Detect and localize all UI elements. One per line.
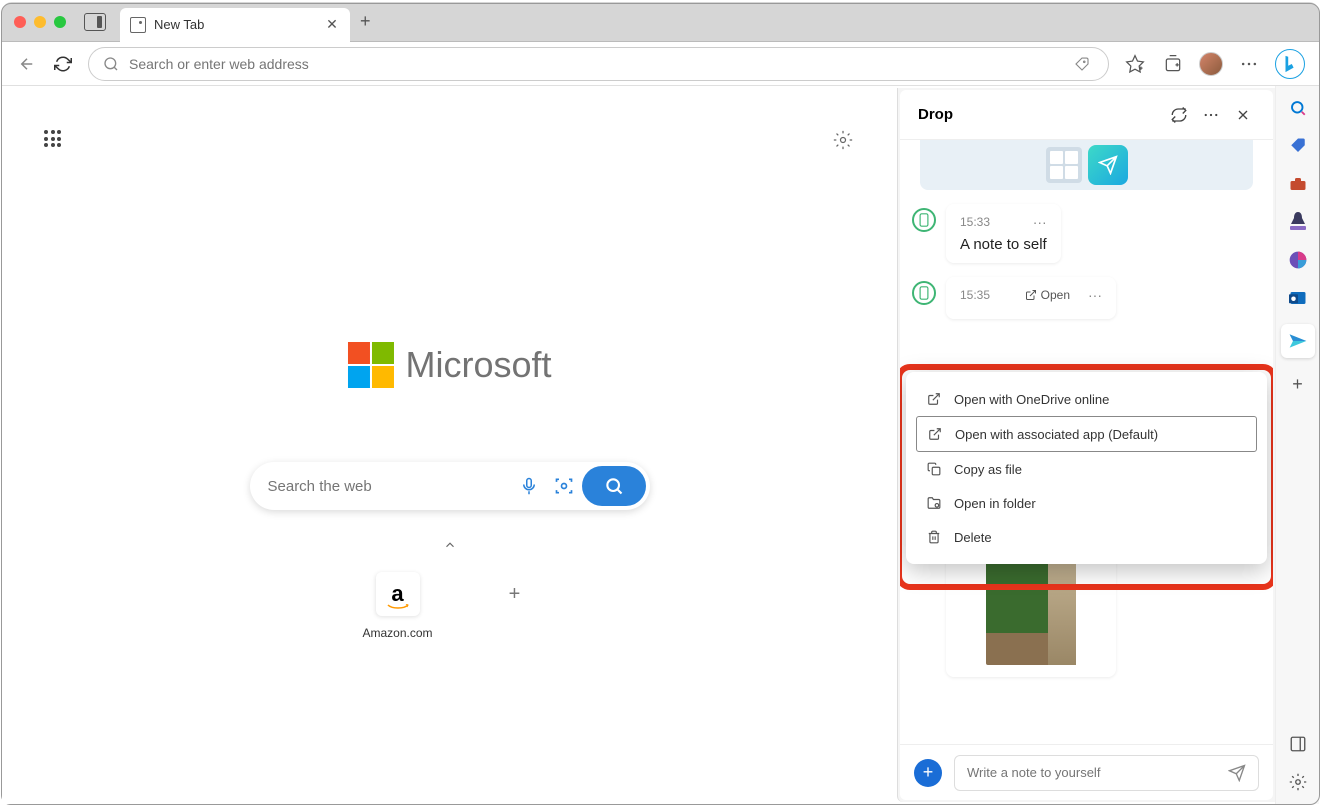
device-icon: [912, 208, 936, 232]
sync-button[interactable]: [1167, 103, 1191, 127]
drop-message-note: 15:33 ··· A note to self: [912, 204, 1261, 263]
maximize-window-button[interactable]: [54, 16, 66, 28]
microsoft-wordmark: Microsoft: [405, 344, 551, 386]
ctx-open-onedrive[interactable]: Open with OneDrive online: [916, 382, 1257, 416]
tab-overview-button[interactable]: [84, 13, 106, 31]
quicklink-label: Amazon.com: [362, 626, 432, 640]
voice-search-button[interactable]: [520, 475, 538, 497]
sidebar-add-button[interactable]: +: [1286, 372, 1310, 396]
drop-panel: Drop: [897, 88, 1275, 802]
sidebar-settings-button[interactable]: [1286, 770, 1310, 794]
ntp-search-input[interactable]: [268, 478, 512, 495]
drop-more-button[interactable]: [1199, 103, 1223, 127]
profile-avatar[interactable]: [1199, 52, 1223, 76]
traffic-lights: [14, 16, 66, 28]
tab-title: New Tab: [154, 17, 316, 32]
device-icon: [912, 281, 936, 305]
drop-header: Drop: [900, 90, 1273, 140]
sidebar-m365-button[interactable]: [1286, 248, 1310, 272]
sidebar-outlook-button[interactable]: [1286, 286, 1310, 310]
image-search-button[interactable]: [554, 476, 574, 496]
drop-compose-input-wrap[interactable]: [954, 755, 1259, 791]
trash-icon: [926, 529, 942, 545]
minimize-window-button[interactable]: [34, 16, 46, 28]
close-window-button[interactable]: [14, 16, 26, 28]
apps-launcher-button[interactable]: [44, 130, 62, 148]
new-tab-page: Microsoft a Amazon.com: [2, 86, 897, 804]
sidebar-drop-button[interactable]: [1281, 324, 1315, 358]
expand-quicklinks-button[interactable]: [443, 538, 457, 552]
message-time: 15:35: [960, 288, 990, 302]
folder-icon: [926, 495, 942, 511]
address-bar[interactable]: [88, 47, 1109, 81]
edge-sidebar: +: [1275, 86, 1319, 804]
drop-message-file: 15:35 Open ···: [912, 277, 1261, 319]
favorites-button[interactable]: [1123, 52, 1147, 76]
drop-compose-row: +: [900, 744, 1273, 800]
open-external-icon: [927, 426, 943, 442]
sidebar-search-button[interactable]: [1286, 96, 1310, 120]
browser-toolbar: [2, 42, 1319, 86]
address-input[interactable]: [129, 56, 1060, 72]
sidebar-games-button[interactable]: [1286, 210, 1310, 234]
file-context-menu: Open with OneDrive online Open with asso…: [906, 372, 1267, 564]
search-submit-button[interactable]: [582, 466, 646, 506]
message-text: A note to self: [960, 236, 1047, 253]
window-titlebar: New Tab ✕ +: [2, 2, 1319, 42]
quick-links-row: a Amazon.com +: [362, 572, 536, 640]
refresh-button[interactable]: [52, 53, 74, 75]
new-tab-button[interactable]: +: [360, 11, 371, 32]
bing-chat-button[interactable]: [1275, 49, 1305, 79]
send-icon: [1088, 145, 1128, 185]
add-attachment-button[interactable]: +: [914, 759, 942, 787]
close-drop-button[interactable]: [1231, 103, 1255, 127]
copy-icon: [926, 461, 942, 477]
sidebar-tools-button[interactable]: [1286, 172, 1310, 196]
send-note-button[interactable]: [1228, 764, 1246, 782]
drop-compose-input[interactable]: [967, 765, 1228, 780]
message-more-button[interactable]: ···: [1033, 214, 1047, 230]
ctx-open-folder[interactable]: Open in folder: [916, 486, 1257, 520]
collections-button[interactable]: [1161, 52, 1185, 76]
open-file-button[interactable]: Open: [1025, 288, 1070, 302]
ntp-search-box[interactable]: [250, 462, 650, 510]
new-tab-icon: [130, 17, 146, 33]
search-icon: [103, 56, 119, 72]
open-external-icon: [926, 391, 942, 407]
add-quicklink-button[interactable]: +: [493, 572, 537, 616]
microsoft-logo: Microsoft: [347, 342, 551, 388]
sidebar-shopping-button[interactable]: [1286, 134, 1310, 158]
message-time: 15:33: [960, 215, 990, 229]
shopping-tag-icon[interactable]: [1070, 52, 1094, 76]
message-more-button[interactable]: ···: [1088, 287, 1102, 303]
ctx-delete[interactable]: Delete: [916, 520, 1257, 554]
sidebar-collapse-button[interactable]: [1286, 732, 1310, 756]
drop-title: Drop: [918, 106, 1159, 123]
ctx-open-default-app[interactable]: Open with associated app (Default): [916, 416, 1257, 452]
browser-tab[interactable]: New Tab ✕: [120, 8, 350, 42]
more-menu-button[interactable]: [1237, 52, 1261, 76]
back-button[interactable]: [16, 53, 38, 75]
ctx-copy-file[interactable]: Copy as file: [916, 452, 1257, 486]
close-tab-button[interactable]: ✕: [324, 17, 340, 33]
page-settings-button[interactable]: [833, 130, 853, 150]
drop-onboarding-preview: [920, 140, 1253, 190]
quicklink-amazon[interactable]: a Amazon.com: [362, 572, 432, 640]
